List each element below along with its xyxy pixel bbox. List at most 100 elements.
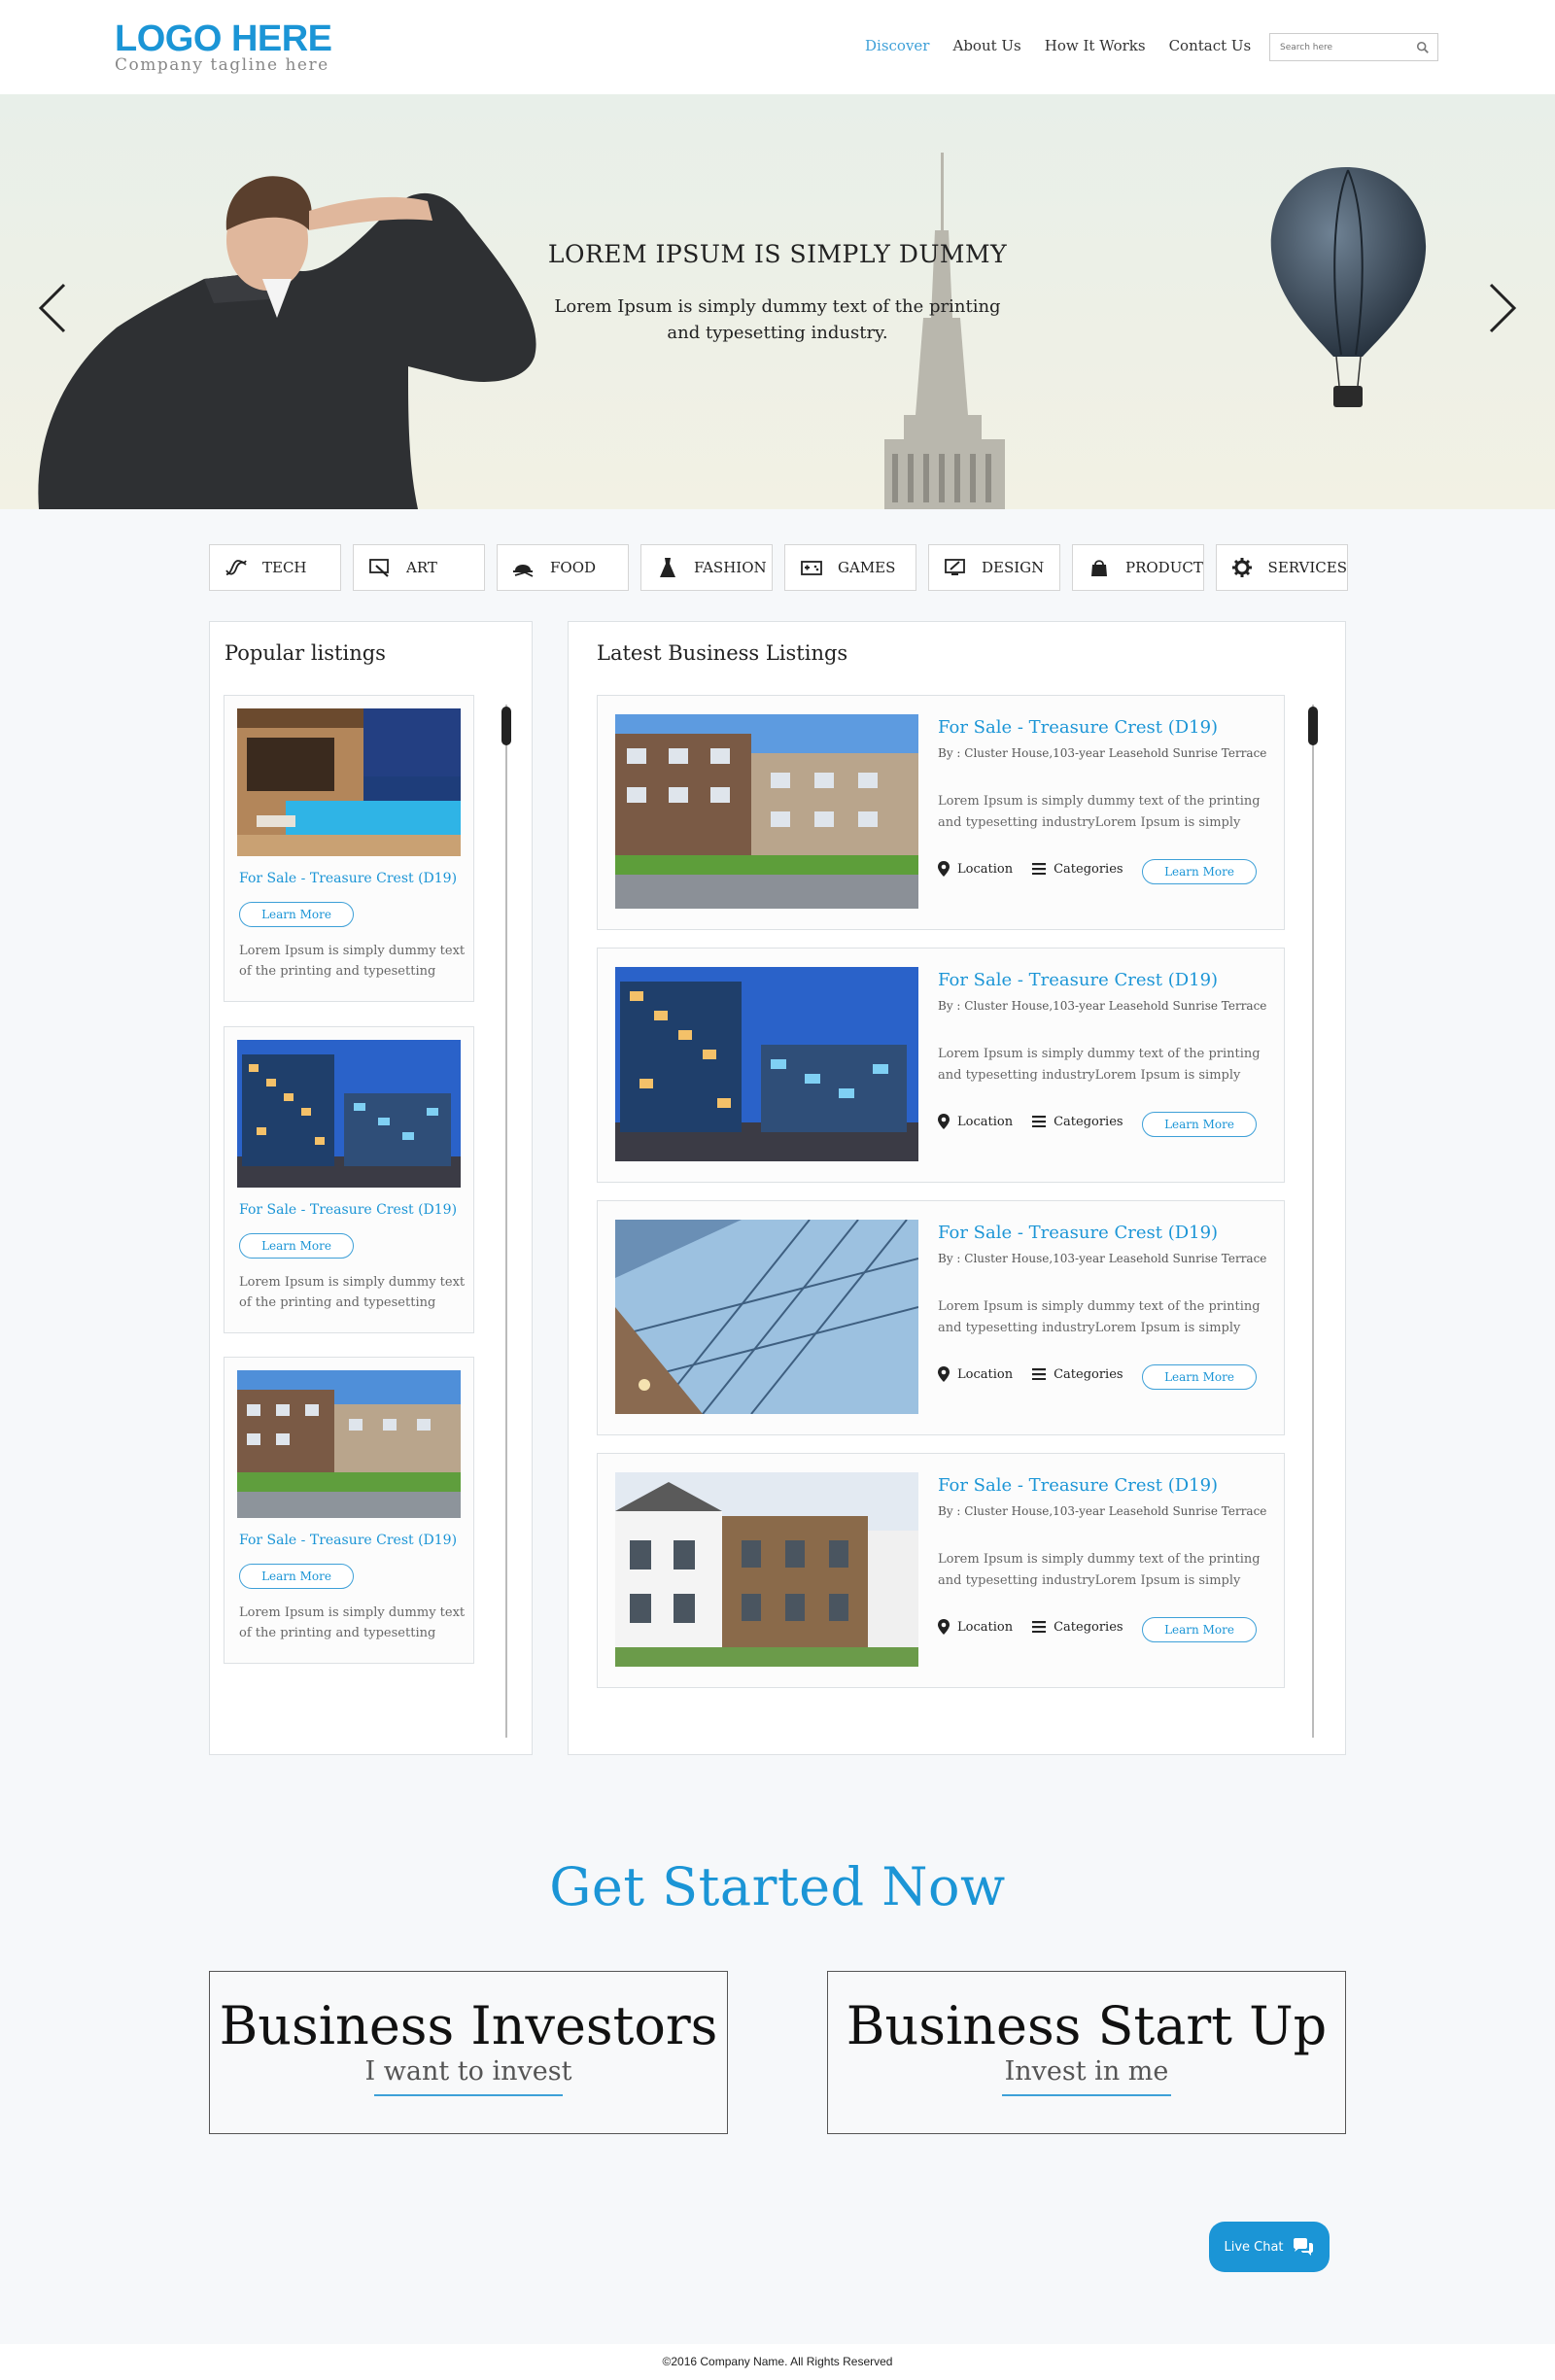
listing-categories[interactable]: Categories [1054,1115,1123,1129]
learn-more-button[interactable]: Learn More [239,1233,354,1259]
latest-scrollbar[interactable] [1312,705,1314,1738]
logo[interactable]: LOGO HERE Company tagline here [115,19,332,74]
listing-byline: By : Cluster House,103-year Leasehold Su… [938,746,1267,760]
slider-prev-arrow-icon[interactable] [35,279,74,337]
learn-more-button[interactable]: Learn More [239,1564,354,1589]
listing-title[interactable]: For Sale - Treasure Crest (D19) [938,717,1218,738]
list-icon [1032,1368,1047,1380]
listing-location[interactable]: Location [957,1620,1013,1635]
listing-byline: By : Cluster House,103-year Leasehold Su… [938,1252,1267,1265]
listing-byline: By : Cluster House,103-year Leasehold Su… [938,999,1267,1013]
category-label: SERVICES [1267,559,1347,576]
list-icon [1032,1116,1047,1127]
popular-scrollbar-thumb[interactable] [501,707,511,745]
listing-title[interactable]: For Sale - Treasure Crest (D19) [239,1533,457,1548]
list-icon [1032,1621,1047,1633]
listing-title[interactable]: For Sale - Treasure Crest (D19) [938,1475,1218,1496]
hero-subtitle: Lorem Ipsum is simply dummy text of the … [554,296,1001,343]
listing-image [615,1472,918,1667]
main-nav: Discover About Us How It Works Contact U… [865,37,1274,54]
nav-how-it-works[interactable]: How It Works [1045,37,1146,54]
listing-title[interactable]: For Sale - Treasure Crest (D19) [239,871,457,886]
listing-categories[interactable]: Categories [1054,862,1123,877]
learn-more-button[interactable]: Learn More [1142,1364,1257,1390]
bag-icon [1087,556,1112,579]
listing-image [237,708,461,856]
listing-categories[interactable]: Categories [1054,1620,1123,1635]
search-box [1269,33,1438,61]
latest-listing-card[interactable]: For Sale - Treasure Crest (D19) By : Clu… [597,948,1285,1183]
listing-location[interactable]: Location [957,1367,1013,1382]
business-startup-box[interactable]: Business Start Up Invest in me [827,1971,1346,2134]
listing-title[interactable]: For Sale - Treasure Crest (D19) [239,1202,457,1218]
location-pin-icon [938,861,950,877]
search-icon[interactable] [1416,41,1430,54]
category-services[interactable]: SERVICES [1216,544,1348,591]
category-tech[interactable]: TECH [209,544,341,591]
listing-description: Lorem Ipsum is simply dummy text of the … [239,1275,466,1310]
chat-bubbles-icon [1293,2238,1313,2256]
slider-next-arrow-icon[interactable] [1481,279,1520,337]
box-heading: Business Investors [219,1995,718,2056]
listing-description: Lorem Ipsum is simply dummy text of the … [938,1552,1261,1588]
category-food[interactable]: FOOD [497,544,629,591]
listing-image [615,714,918,909]
listing-description: Lorem Ipsum is simply dummy text of the … [938,1299,1261,1335]
category-fashion[interactable]: FASHION [640,544,773,591]
box-subtitle: I want to invest [364,2056,572,2087]
listing-meta: Location Categories [938,861,1123,877]
popular-listing-card[interactable]: For Sale - Treasure Crest (D19) Learn Mo… [224,1026,474,1333]
popular-scrollbar[interactable] [505,705,507,1738]
nav-about-us[interactable]: About Us [952,37,1020,54]
search-input[interactable] [1270,34,1406,60]
category-games[interactable]: GAMES [784,544,916,591]
listing-meta: Location Categories [938,1619,1123,1635]
gear-icon [1230,556,1255,579]
category-art[interactable]: ART [353,544,485,591]
latest-listing-card[interactable]: For Sale - Treasure Crest (D19) By : Clu… [597,1453,1285,1688]
latest-listings-title: Latest Business Listings [597,641,848,665]
learn-more-button[interactable]: Learn More [239,902,354,927]
live-chat-button[interactable]: Live Chat [1209,2222,1330,2272]
category-label: GAMES [838,559,896,576]
box-underline [1002,2094,1171,2096]
dress-icon [655,556,680,579]
latest-listing-card[interactable]: For Sale - Treasure Crest (D19) By : Clu… [597,695,1285,930]
category-product[interactable]: PRODUCT [1072,544,1204,591]
learn-more-button[interactable]: Learn More [1142,1617,1257,1642]
box-subtitle: Invest in me [1004,2056,1169,2087]
listing-categories[interactable]: Categories [1054,1367,1123,1382]
learn-more-button[interactable]: Learn More [1142,1112,1257,1137]
category-label: FOOD [550,559,597,576]
logo-text: LOGO HERE [115,18,332,59]
latest-listing-card[interactable]: For Sale - Treasure Crest (D19) By : Clu… [597,1200,1285,1435]
listing-location[interactable]: Location [957,862,1013,877]
listing-description: Lorem Ipsum is simply dummy text of the … [938,794,1261,830]
category-bar: TECH ART FOOD FASHION GAMES DESIGN PRODU… [209,544,1348,591]
listing-byline: By : Cluster House,103-year Leasehold Su… [938,1504,1267,1518]
site-header: LOGO HERE Company tagline here Discover … [0,0,1555,94]
listing-location[interactable]: Location [957,1115,1013,1129]
business-investors-box[interactable]: Business Investors I want to invest [209,1971,728,2134]
learn-more-button[interactable]: Learn More [1142,859,1257,884]
location-pin-icon [938,1114,950,1129]
listing-title[interactable]: For Sale - Treasure Crest (D19) [938,1223,1218,1243]
popular-listings-title: Popular listings [225,641,386,665]
category-label: TECH [262,559,307,576]
hero-slider: LOREM IPSUM IS SIMPLY DUMMY Lorem Ipsum … [0,94,1555,509]
listing-image [237,1040,461,1188]
nav-discover[interactable]: Discover [865,37,929,54]
listing-description: Lorem Ipsum is simply dummy text of the … [239,944,466,979]
nav-contact-us[interactable]: Contact Us [1169,37,1252,54]
listing-image [615,967,918,1161]
box-heading: Business Start Up [846,1995,1328,2056]
site-footer: ©2016 Company Name. All Rights Reserved [0,2344,1555,2380]
listing-title[interactable]: For Sale - Treasure Crest (D19) [938,970,1218,990]
listing-meta: Location Categories [938,1366,1123,1382]
category-design[interactable]: DESIGN [928,544,1060,591]
dna-icon [224,556,249,579]
location-pin-icon [938,1366,950,1382]
latest-scrollbar-thumb[interactable] [1308,707,1318,745]
popular-listing-card[interactable]: For Sale - Treasure Crest (D19) Learn Mo… [224,695,474,1002]
popular-listing-card[interactable]: For Sale - Treasure Crest (D19) Learn Mo… [224,1357,474,1664]
